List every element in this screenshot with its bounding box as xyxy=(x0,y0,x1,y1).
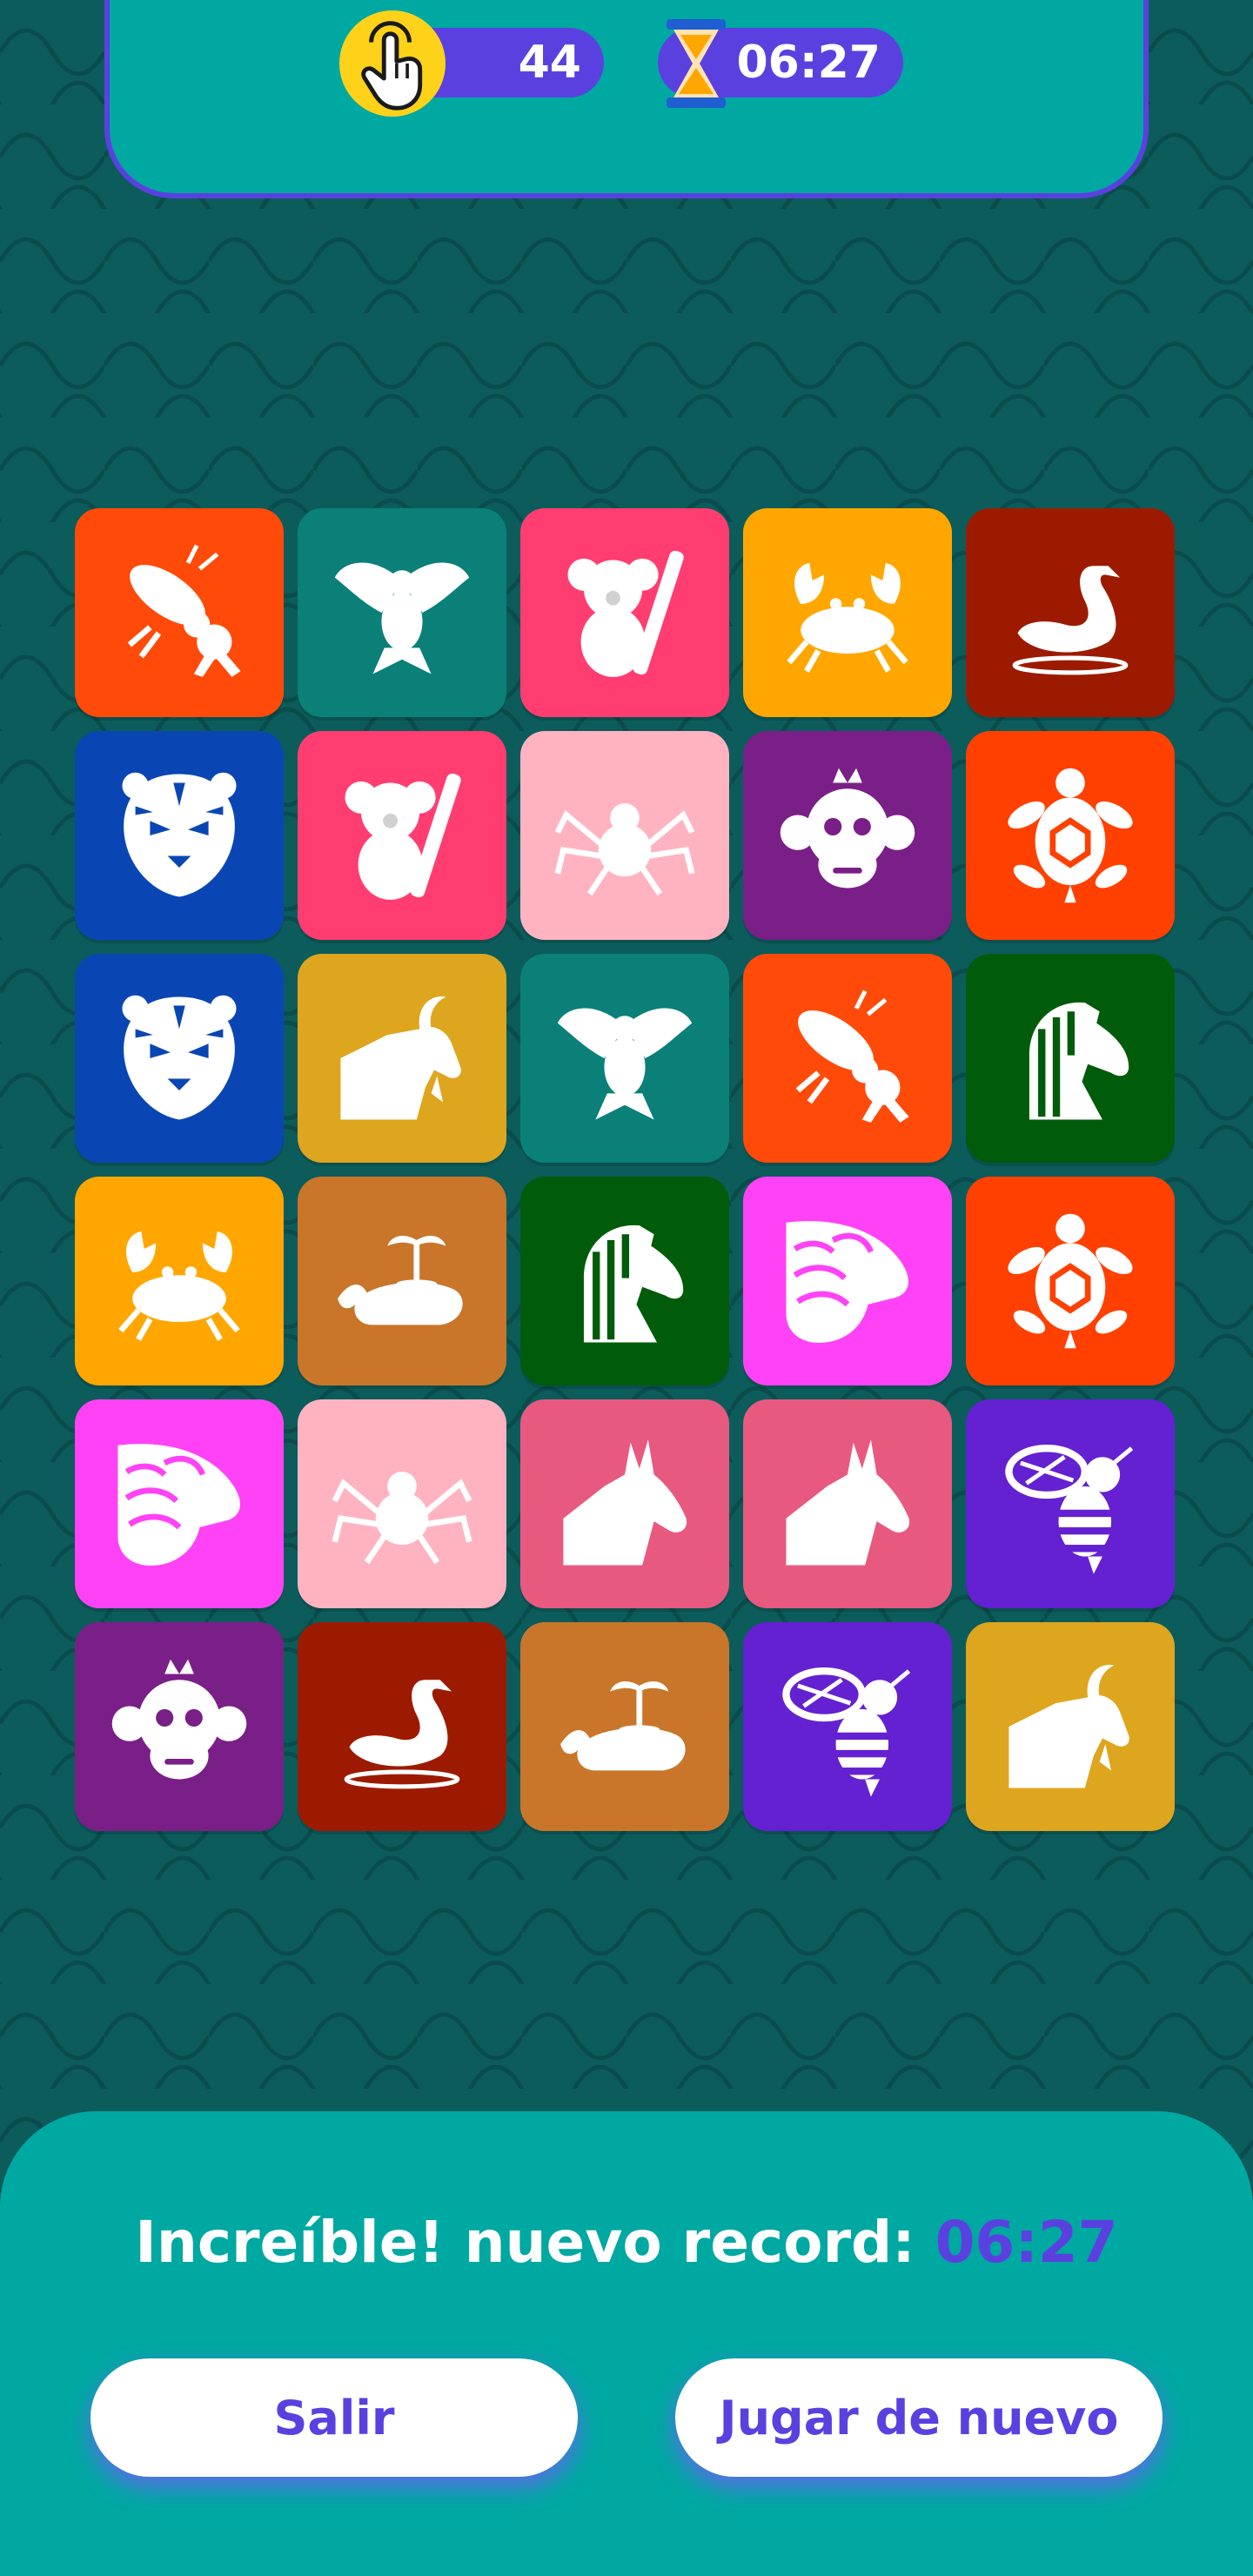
card-pangolin[interactable] xyxy=(743,1177,952,1385)
card-eagle[interactable] xyxy=(520,954,729,1163)
card-tiger[interactable] xyxy=(75,731,284,940)
top-hud: 44 06:27 xyxy=(104,0,1149,198)
card-cricket[interactable] xyxy=(743,954,952,1163)
result-panel: Increíble! nuevo record: 06:27 Salir Jug… xyxy=(0,2111,1253,2576)
horse-icon xyxy=(552,1208,698,1354)
eagle-icon xyxy=(329,540,475,686)
card-cricket[interactable] xyxy=(75,508,284,717)
card-donkey[interactable] xyxy=(520,1399,729,1608)
whale-icon xyxy=(329,1208,475,1354)
card-koala[interactable] xyxy=(520,508,729,717)
card-swan[interactable] xyxy=(298,1622,506,1831)
record-message: Increíble! nuevo record: 06:27 xyxy=(0,2209,1253,2276)
monkey-icon xyxy=(774,762,921,909)
tiger-icon xyxy=(106,762,252,909)
wasp-icon xyxy=(997,1431,1143,1577)
card-pangolin[interactable] xyxy=(75,1399,284,1608)
monkey-icon xyxy=(106,1654,252,1800)
spider-icon xyxy=(329,1431,475,1577)
horse-icon xyxy=(997,985,1143,1131)
memory-board xyxy=(75,508,1178,1831)
elapsed-time: 06:27 xyxy=(736,37,881,89)
tap-finger-icon xyxy=(339,10,446,117)
koala-icon xyxy=(552,540,698,686)
card-whale[interactable] xyxy=(520,1622,729,1831)
play-again-button[interactable]: Jugar de nuevo xyxy=(675,2358,1163,2477)
turtle-icon xyxy=(997,762,1143,909)
card-turtle[interactable] xyxy=(966,731,1175,940)
swan-icon xyxy=(997,540,1143,686)
spider-icon xyxy=(552,762,698,909)
card-whale[interactable] xyxy=(298,1177,506,1385)
hourglass-icon xyxy=(661,16,731,111)
moves-count: 44 xyxy=(518,37,581,89)
donkey-icon xyxy=(774,1431,921,1577)
pangolin-icon xyxy=(106,1431,252,1577)
turtle-icon xyxy=(997,1208,1143,1354)
card-goat[interactable] xyxy=(966,1622,1175,1831)
eagle-icon xyxy=(552,985,698,1131)
card-horse[interactable] xyxy=(966,954,1175,1163)
cricket-icon xyxy=(106,540,252,686)
goat-icon xyxy=(329,985,475,1131)
record-time: 06:27 xyxy=(935,2209,1118,2276)
card-wasp[interactable] xyxy=(966,1399,1175,1608)
koala-icon xyxy=(329,762,475,909)
card-swan[interactable] xyxy=(966,508,1175,717)
card-horse[interactable] xyxy=(520,1177,729,1385)
goat-icon xyxy=(997,1654,1143,1800)
card-spider[interactable] xyxy=(298,1399,506,1608)
card-wasp[interactable] xyxy=(743,1622,952,1831)
card-tiger[interactable] xyxy=(75,954,284,1163)
crab-icon xyxy=(774,540,921,686)
card-spider[interactable] xyxy=(520,731,729,940)
card-crab[interactable] xyxy=(75,1177,284,1385)
card-monkey[interactable] xyxy=(75,1622,284,1831)
exit-button[interactable]: Salir xyxy=(90,2358,578,2477)
record-text: Increíble! nuevo record: xyxy=(135,2209,935,2276)
pangolin-icon xyxy=(774,1208,921,1354)
cricket-icon xyxy=(774,985,921,1131)
whale-icon xyxy=(552,1654,698,1800)
card-goat[interactable] xyxy=(298,954,506,1163)
card-monkey[interactable] xyxy=(743,731,952,940)
wasp-icon xyxy=(774,1654,921,1800)
tiger-icon xyxy=(106,985,252,1131)
card-eagle[interactable] xyxy=(298,508,506,717)
card-koala[interactable] xyxy=(298,731,506,940)
crab-icon xyxy=(106,1208,252,1354)
card-donkey[interactable] xyxy=(743,1399,952,1608)
card-crab[interactable] xyxy=(743,508,952,717)
card-turtle[interactable] xyxy=(966,1177,1175,1385)
swan-icon xyxy=(329,1654,475,1800)
donkey-icon xyxy=(552,1431,698,1577)
